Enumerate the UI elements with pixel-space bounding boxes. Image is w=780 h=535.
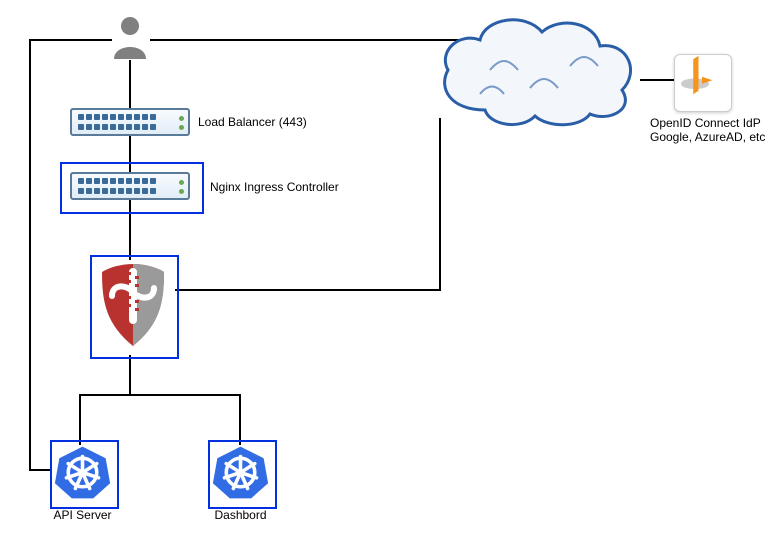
switch-icon: [70, 108, 190, 136]
openid-idp-label-2: Google, AzureAD, etc: [650, 130, 760, 144]
edge-split-dashboard: [130, 395, 240, 445]
nginx-ingress-node: [70, 172, 190, 200]
kubernetes-icon: [212, 444, 269, 501]
openid-idp-node: [674, 54, 732, 112]
api-server-label: API Server: [50, 508, 115, 522]
edge-split-api: [80, 395, 130, 445]
cloud-node: [430, 10, 640, 120]
edge-gatekeeper-cloud: [175, 118, 440, 290]
cloud-icon: [430, 10, 640, 130]
shield-icon: [98, 262, 168, 348]
switch-icon: [70, 172, 190, 200]
nginx-ingress-label: Nginx Ingress Controller: [210, 180, 339, 194]
user-icon: [112, 15, 148, 62]
openid-idp-label-1: OpenID Connect IdP: [650, 116, 760, 130]
load-balancer-node: [70, 108, 190, 136]
kubernetes-icon: [54, 444, 111, 501]
load-balancer-label: Load Balancer (443): [198, 115, 307, 129]
openid-icon: [674, 54, 732, 112]
dashboard-label: Dashbord: [208, 508, 273, 522]
